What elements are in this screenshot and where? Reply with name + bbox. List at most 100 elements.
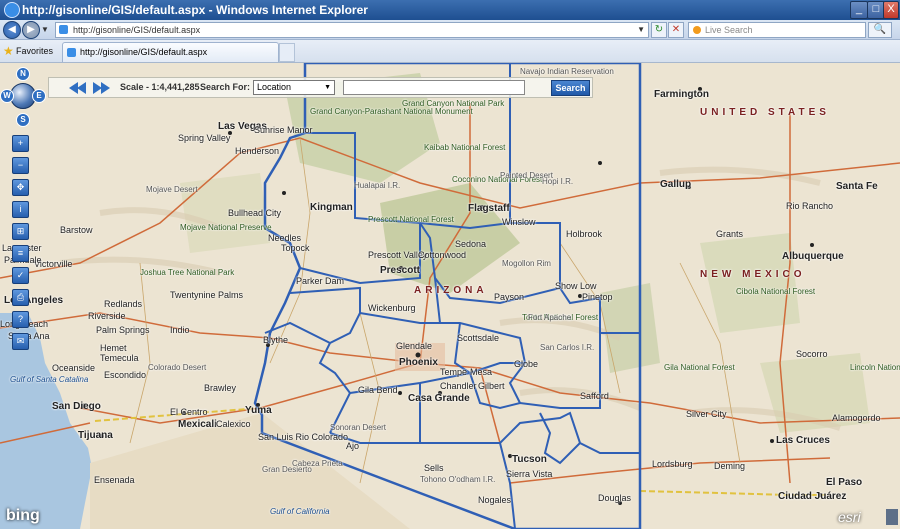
label-sonoran-desert: Sonoran Desert <box>330 423 387 432</box>
pan-east-button[interactable]: E <box>32 89 46 103</box>
label-mesa: Mesa <box>470 367 493 377</box>
label-gila-bend: Gila Bend <box>358 385 398 395</box>
label-barstow: Barstow <box>60 225 93 235</box>
label-farmington: Farmington <box>654 89 709 100</box>
search-type-value: Location <box>257 82 292 92</box>
label-redlands: Redlands <box>104 299 143 309</box>
zoom-out-icon[interactable]: − <box>12 157 29 174</box>
label-gilbert: Gilbert <box>478 381 505 391</box>
page-icon <box>59 25 68 34</box>
label-gila-nf: Gila National Forest <box>664 363 735 372</box>
label-topock: Topock <box>281 243 310 253</box>
previous-extent-icon-2[interactable] <box>77 82 86 94</box>
info-icon[interactable]: ? <box>12 311 29 328</box>
label-oceanside: Oceanside <box>52 363 96 373</box>
next-extent-icon-2[interactable] <box>101 82 110 94</box>
label-grants: Grants <box>716 229 744 239</box>
label-payson: Payson <box>494 292 525 302</box>
esri-logo: esri <box>838 509 861 525</box>
minimize-button[interactable]: _ <box>850 1 868 19</box>
favorites-star-icon[interactable]: ★ <box>3 44 14 58</box>
tab-title: http://gisonline/GIS/default.aspx <box>80 47 208 57</box>
label-san-luis: San Luis Rio Colorado <box>258 432 349 442</box>
label-albuquerque: Albuquerque <box>782 251 844 262</box>
label-gulf-of-california: Gulf of California <box>270 507 330 516</box>
label-el-paso: El Paso <box>826 477 863 488</box>
label-cottonwood: Cottonwood <box>418 250 467 260</box>
title-bar: http://gisonline/GIS/default.aspx - Wind… <box>0 0 900 20</box>
label-brawley: Brawley <box>204 383 237 393</box>
label-scottsdale: Scottsdale <box>457 333 500 343</box>
label-sunrise-manor: Sunrise Manor <box>254 125 313 135</box>
new-tab-button[interactable] <box>279 43 295 62</box>
label-douglas: Douglas <box>598 493 632 503</box>
address-url[interactable]: http://gisonline/GIS/default.aspx <box>73 23 200 37</box>
live-search-placeholder: Live Search <box>705 25 753 35</box>
live-search-input[interactable]: Live Search <box>688 22 866 38</box>
label-cibola-nf: Cibola National Forest <box>736 287 816 296</box>
map-tools: + − ✥ i ⊞ ≡ ✓ ⎙ ? ✉ <box>12 135 29 355</box>
label-gallup: Gallup <box>660 179 692 190</box>
label-bullhead-city: Bullhead City <box>228 208 282 218</box>
map-search-input[interactable] <box>343 80 525 95</box>
favorites-label[interactable]: Favorites <box>16 46 53 56</box>
search-type-select[interactable]: Location ▼ <box>253 80 335 95</box>
label-escondido: Escondido <box>104 370 147 380</box>
map-view[interactable]: Las Vegas Sunrise Manor Henderson Spring… <box>0 63 900 529</box>
tab-page-icon <box>67 48 76 57</box>
label-alamogordo: Alamogordo <box>832 413 881 423</box>
label-prescott-nf: Prescott National Forest <box>368 215 454 224</box>
label-tohono: Tohono O'odham I.R. <box>420 475 496 484</box>
label-parker-dam: Parker Dam <box>296 276 345 286</box>
address-bar[interactable]: http://gisonline/GIS/default.aspx ▼ <box>55 22 649 38</box>
label-tijuana: Tijuana <box>78 430 113 441</box>
label-san-diego: San Diego <box>52 401 101 412</box>
refresh-button[interactable]: ↻ <box>651 22 667 38</box>
label-spring-valley: Spring Valley <box>178 133 231 143</box>
label-show-low: Show Low <box>555 281 597 291</box>
label-blythe: Blythe <box>263 335 289 345</box>
search-go-button[interactable]: 🔍 <box>868 22 892 38</box>
label-colorado-desert: Colorado Desert <box>148 363 207 372</box>
label-lordsburg: Lordsburg <box>652 459 693 469</box>
ie-logo-icon <box>4 2 20 18</box>
address-dropdown-icon[interactable]: ▼ <box>637 23 645 37</box>
label-phoenix: Phoenix <box>399 357 438 368</box>
label-calexico: Calexico <box>216 419 251 429</box>
tab-gisonline[interactable]: http://gisonline/GIS/default.aspx <box>62 42 279 62</box>
label-chandler: Chandler <box>440 381 477 391</box>
measure-icon[interactable]: ⊞ <box>12 223 29 240</box>
label-navajo: Navajo Indian Reservation <box>520 67 614 76</box>
map-canvas <box>0 63 900 529</box>
label-joshua-tree: Joshua Tree National Park <box>140 268 235 277</box>
bird-icon[interactable]: ✓ <box>12 267 29 284</box>
label-winslow: Winslow <box>502 217 536 227</box>
back-button[interactable]: ◀ <box>3 21 21 39</box>
identify-icon[interactable]: i <box>12 201 29 218</box>
forward-button[interactable]: ▶ <box>22 21 40 39</box>
search-for-label: Search For: <box>200 82 251 92</box>
label-ensenada: Ensenada <box>94 475 135 485</box>
live-search-icon <box>693 26 701 34</box>
close-button[interactable]: X <box>883 1 899 19</box>
map-search-button[interactable]: Search <box>551 80 590 96</box>
stop-button[interactable]: ✕ <box>668 22 684 38</box>
zoom-in-icon[interactable]: + <box>12 135 29 152</box>
label-temecula: Temecula <box>100 353 139 363</box>
print-icon[interactable]: ⎙ <box>12 289 29 306</box>
layers-icon[interactable]: ≡ <box>12 245 29 262</box>
pan-south-button[interactable]: S <box>16 113 30 127</box>
label-mogollon-rim: Mogollon Rim <box>502 259 551 268</box>
label-las-cruces: Las Cruces <box>776 435 830 446</box>
label-prescott: Prescott <box>380 265 421 276</box>
pan-north-button[interactable]: N <box>16 67 30 81</box>
recent-pages-dropdown[interactable]: ▼ <box>41 25 49 34</box>
label-grand-canyon-np: Grand Canyon National Park <box>402 99 505 108</box>
pan-icon[interactable]: ✥ <box>12 179 29 196</box>
pan-west-button[interactable]: W <box>0 89 14 103</box>
email-icon[interactable]: ✉ <box>12 333 29 350</box>
pan-compass[interactable]: N S W E <box>0 63 46 127</box>
label-hemet: Hemet <box>100 343 127 353</box>
label-united-states: UNITED STATES <box>700 107 830 118</box>
label-ajo: Ajo <box>346 441 360 451</box>
